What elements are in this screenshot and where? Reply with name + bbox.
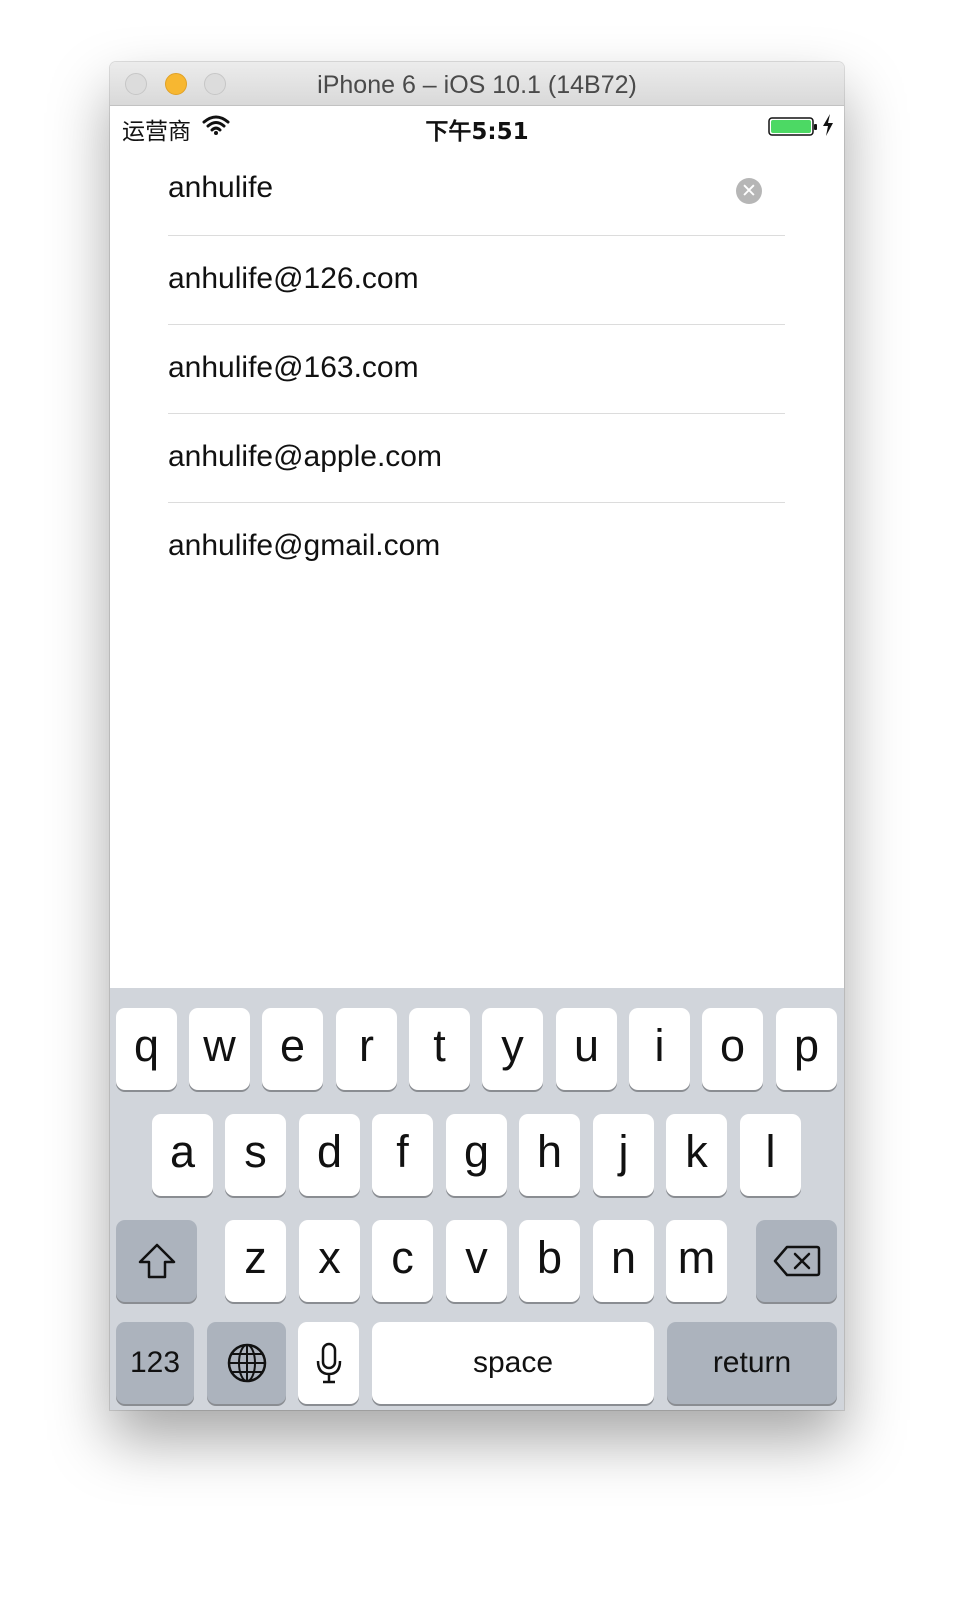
ios-keyboard: q w e r t y u i o p a s d f g h j k l z …: [110, 988, 844, 1410]
status-time: 下午5:51: [425, 119, 529, 145]
charging-bolt-icon: [822, 114, 834, 141]
key-l[interactable]: l: [740, 1114, 801, 1196]
key-b[interactable]: b: [519, 1220, 580, 1302]
key-c[interactable]: c: [372, 1220, 433, 1302]
delete-key[interactable]: [756, 1220, 837, 1302]
email-search-input[interactable]: [168, 168, 708, 208]
key-f[interactable]: f: [372, 1114, 433, 1196]
microphone-icon: [315, 1342, 343, 1389]
shift-key[interactable]: [116, 1220, 197, 1302]
key-v[interactable]: v: [446, 1220, 507, 1302]
numbers-key[interactable]: 123: [116, 1322, 194, 1404]
window-titlebar: iPhone 6 – iOS 10.1 (14B72): [110, 62, 844, 106]
suggestion-item[interactable]: anhulife@apple.com: [168, 414, 785, 503]
close-icon: ✕: [741, 180, 757, 202]
simulator-window: iPhone 6 – iOS 10.1 (14B72) 运营商 下午5:51 a…: [110, 62, 844, 1410]
clear-text-button[interactable]: ✕: [736, 178, 762, 204]
key-n[interactable]: n: [593, 1220, 654, 1302]
globe-icon: [226, 1342, 268, 1389]
globe-key[interactable]: [207, 1322, 286, 1404]
key-q[interactable]: q: [116, 1008, 177, 1090]
key-s[interactable]: s: [225, 1114, 286, 1196]
suggestion-item[interactable]: anhulife@126.com: [168, 236, 785, 325]
suggestion-list: anhulife@126.com anhulife@163.com anhuli…: [168, 236, 785, 592]
window-title: iPhone 6 – iOS 10.1 (14B72): [317, 71, 637, 99]
key-h[interactable]: h: [519, 1114, 580, 1196]
ios-status-bar: 运营商 下午5:51: [110, 106, 844, 146]
key-t[interactable]: t: [409, 1008, 470, 1090]
suggestion-item[interactable]: anhulife@gmail.com: [168, 503, 785, 592]
battery-icon: [768, 116, 818, 143]
key-o[interactable]: o: [702, 1008, 763, 1090]
suggestion-item[interactable]: anhulife@163.com: [168, 325, 785, 414]
key-m[interactable]: m: [666, 1220, 727, 1302]
search-row: ✕: [168, 146, 785, 236]
key-j[interactable]: j: [593, 1114, 654, 1196]
key-x[interactable]: x: [299, 1220, 360, 1302]
key-y[interactable]: y: [482, 1008, 543, 1090]
key-w[interactable]: w: [189, 1008, 250, 1090]
key-u[interactable]: u: [556, 1008, 617, 1090]
key-e[interactable]: e: [262, 1008, 323, 1090]
key-p[interactable]: p: [776, 1008, 837, 1090]
space-key[interactable]: space: [372, 1322, 654, 1404]
key-a[interactable]: a: [152, 1114, 213, 1196]
key-i[interactable]: i: [629, 1008, 690, 1090]
key-z[interactable]: z: [225, 1220, 286, 1302]
key-d[interactable]: d: [299, 1114, 360, 1196]
delete-icon: [773, 1244, 821, 1283]
key-r[interactable]: r: [336, 1008, 397, 1090]
return-key[interactable]: return: [667, 1322, 837, 1404]
key-k[interactable]: k: [666, 1114, 727, 1196]
dictation-key[interactable]: [298, 1322, 359, 1404]
shift-icon: [137, 1242, 177, 1285]
key-g[interactable]: g: [446, 1114, 507, 1196]
